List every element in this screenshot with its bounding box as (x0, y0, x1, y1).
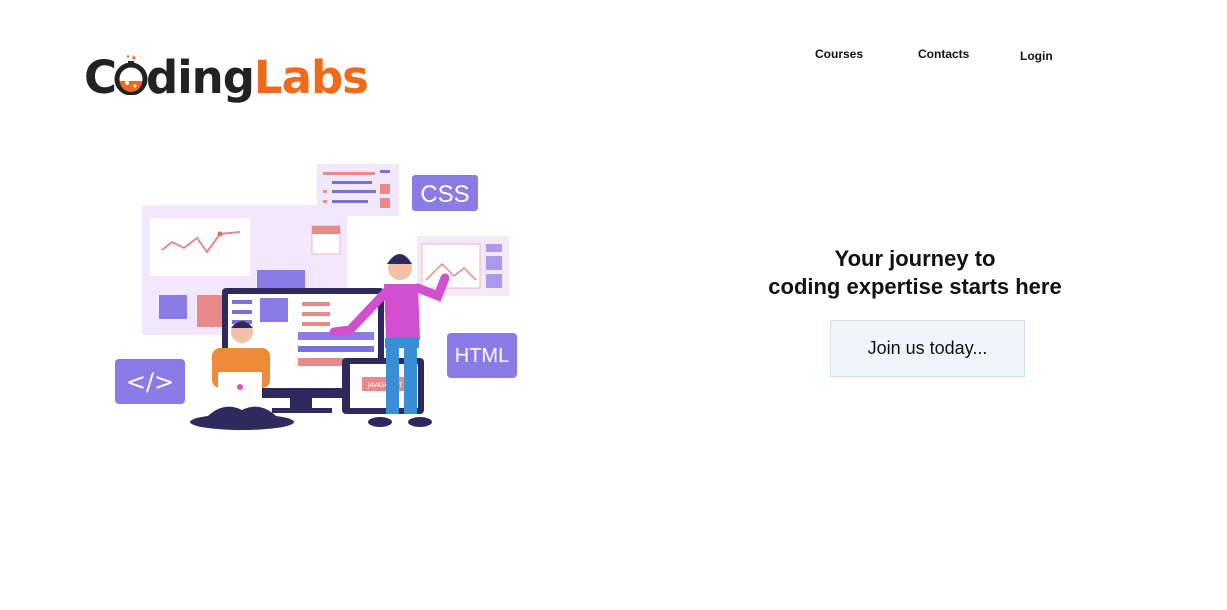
hero-headline: Your journey to coding expertise starts … (700, 245, 1130, 301)
logo-text-labs: Labs (253, 51, 369, 104)
flask-icon (114, 55, 148, 95)
nav-link-contacts[interactable]: Contacts (918, 47, 969, 61)
headline-line-2: coding expertise starts here (768, 274, 1062, 299)
html-badge-label: HTML (455, 345, 509, 367)
code-badge-label: </> (126, 368, 174, 396)
logo-text-coding: ding (146, 51, 255, 104)
css-badge-label: CSS (420, 181, 469, 208)
logo-letter-c: C (84, 51, 117, 104)
headline-line-1: Your journey to (834, 246, 996, 271)
nav-link-courses[interactable]: Courses (815, 47, 863, 61)
logo[interactable]: C dingLabs (84, 30, 369, 100)
nav-link-login[interactable]: Login (1020, 49, 1053, 63)
join-button[interactable]: Join us today... (830, 320, 1025, 377)
hero-illustration: CSS JAVASCRIPT HTML </> (115, 164, 517, 430)
